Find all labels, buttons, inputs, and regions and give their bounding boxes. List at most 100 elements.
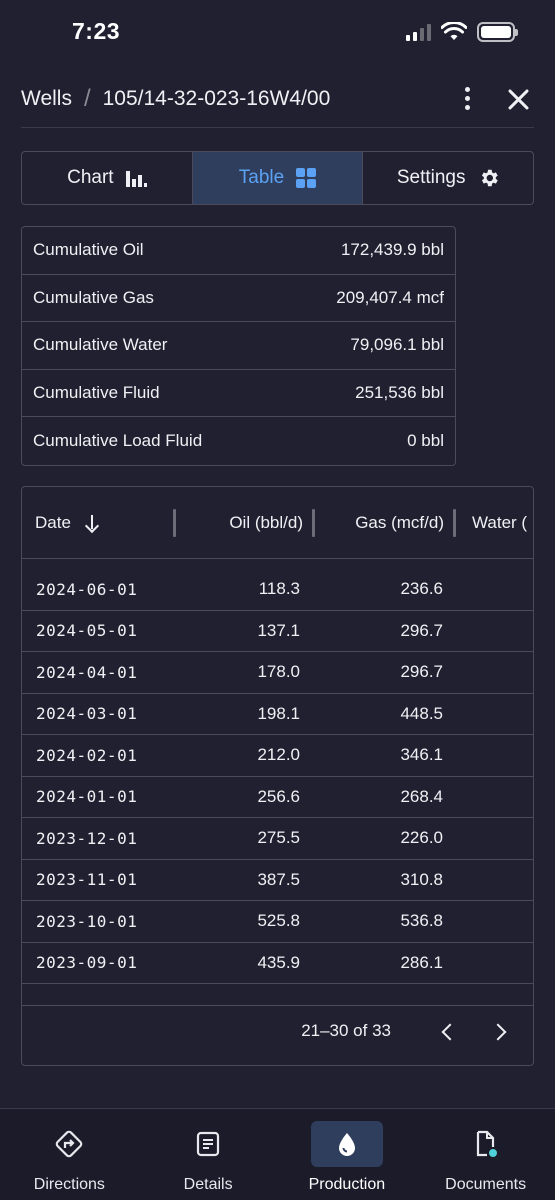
cell-gas: 286.1 [400, 952, 443, 972]
summary-label: Cumulative Gas [33, 287, 154, 307]
cell-date: 2024-01-01 [36, 787, 138, 807]
cellular-signal-icon [406, 23, 431, 41]
cell-gas: 226.0 [400, 828, 443, 848]
cell-date: 2024-04-01 [36, 662, 138, 682]
column-header-label: Date [35, 512, 71, 532]
status-bar: 7:23 [0, 0, 555, 64]
table-row[interactable]: 2023-09-01 435.9 286.1 [22, 943, 533, 984]
cell-oil: 525.8 [257, 911, 300, 931]
cell-date: 2024-06-01 [36, 579, 138, 599]
cell-oil: 137.1 [257, 620, 300, 640]
summary-row-water: Cumulative Water 79,096.1 bbl [22, 322, 455, 370]
table-row[interactable]: 2024-05-01 137.1 296.7 [22, 611, 533, 652]
close-icon[interactable] [506, 87, 530, 111]
column-header-oil[interactable]: Oil (bbl/d) [174, 487, 315, 558]
column-header-label: Oil (bbl/d) [229, 512, 303, 532]
nav-item-production[interactable]: Production [278, 1109, 417, 1200]
cell-oil: 387.5 [257, 869, 300, 889]
cell-gas: 536.8 [400, 911, 443, 931]
notification-dot [488, 1149, 497, 1157]
cell-oil: 198.1 [257, 703, 300, 723]
summary-value: 0 bbl [407, 430, 444, 450]
column-header-label: Water ( [472, 512, 528, 532]
summary-value: 79,096.1 bbl [350, 335, 444, 355]
nav-item-details[interactable]: Details [139, 1109, 278, 1200]
cell-gas: 296.7 [400, 620, 443, 640]
tab-settings-label: Settings [396, 167, 466, 188]
gear-icon [481, 169, 498, 187]
summary-row-gas: Cumulative Gas 209,407.4 mcf [22, 275, 455, 322]
summary-value: 251,536 bbl [355, 382, 444, 402]
table-row[interactable]: 2024-04-01 178.0 296.7 [22, 652, 533, 694]
table-row[interactable]: 2024-02-01 212.0 346.1 [22, 735, 533, 777]
more-options-icon[interactable] [457, 83, 478, 114]
summary-row-oil: Cumulative Oil 172,439.9 bbl [22, 227, 455, 275]
cell-gas: 310.8 [400, 869, 443, 889]
cell-oil: 435.9 [257, 952, 300, 972]
cell-gas: 236.6 [400, 579, 443, 599]
tab-table-label: Table [238, 167, 285, 188]
tab-table[interactable]: Table [192, 152, 364, 204]
nav-label: Directions [33, 1176, 105, 1193]
nav-label: Production [308, 1176, 386, 1193]
page-header: Wells / 105/14-32-023-16W4/00 [21, 70, 534, 128]
pagination-range: 21–30 of 33 [301, 1021, 391, 1040]
cell-oil: 212.0 [257, 745, 300, 765]
column-header-date[interactable]: Date [22, 487, 176, 558]
grid-icon [296, 168, 317, 188]
nav-item-documents[interactable]: Documents [416, 1109, 555, 1200]
tab-chart[interactable]: Chart [22, 152, 193, 204]
nav-label: Details [183, 1176, 233, 1193]
breadcrumb-separator: / [83, 84, 91, 112]
cell-gas: 448.5 [400, 703, 443, 723]
droplet-icon [338, 1133, 355, 1156]
summary-label: Cumulative Water [33, 335, 168, 355]
cell-date: 2024-02-01 [36, 745, 138, 765]
cell-date: 2023-11-01 [36, 870, 138, 890]
status-time: 7:23 [72, 18, 121, 44]
summary-value: 172,439.9 bbl [340, 240, 444, 260]
cell-date: 2024-05-01 [36, 621, 138, 641]
summary-label: Cumulative Oil [33, 240, 144, 260]
breadcrumb-wells[interactable]: Wells [21, 87, 72, 111]
battery-icon [477, 22, 518, 42]
nav-item-directions[interactable]: Directions [0, 1109, 139, 1200]
tab-settings[interactable]: Settings [363, 152, 533, 204]
cell-oil: 178.0 [257, 662, 300, 682]
document-list-icon [197, 1131, 220, 1157]
cell-date: 2023-12-01 [36, 828, 138, 848]
cell-gas: 268.4 [400, 786, 443, 806]
chevron-left-icon[interactable] [437, 1020, 459, 1042]
cell-gas: 296.7 [400, 662, 443, 682]
summary-value: 209,407.4 mcf [336, 287, 444, 307]
cell-date: 2024-03-01 [36, 704, 138, 724]
summary-label: Cumulative Fluid [33, 382, 160, 402]
table-row[interactable]: 2023-11-01 387.5 310.8 [22, 860, 533, 901]
table-row[interactable]: 2024-01-01 256.6 268.4 [22, 777, 533, 818]
column-header-gas[interactable]: Gas (mcf/d) [315, 487, 456, 558]
table-row[interactable]: 2024-03-01 198.1 448.5 [22, 694, 533, 735]
table-header: Date Oil (bbl/d) Gas (mcf/d) Water ( [22, 487, 533, 559]
status-icons [406, 22, 518, 42]
cell-oil: 275.5 [257, 828, 300, 848]
cell-oil: 118.3 [258, 579, 300, 599]
tab-chart-label: Chart [67, 167, 114, 188]
table-row[interactable]: 2023-12-01 275.5 226.0 [22, 818, 533, 860]
nav-label: Documents [445, 1176, 527, 1193]
chevron-right-icon[interactable] [489, 1020, 511, 1042]
table-row[interactable]: 2024-06-01 118.3 236.6 [22, 569, 533, 611]
summary-row-load-fluid: Cumulative Load Fluid 0 bbl [22, 417, 455, 465]
sort-descending-icon[interactable] [85, 514, 99, 531]
column-header-water[interactable]: Water ( [456, 487, 527, 558]
summary-label: Cumulative Load Fluid [33, 430, 203, 450]
file-icon [476, 1130, 497, 1157]
table-row[interactable]: 2023-10-01 525.8 536.8 [22, 901, 533, 943]
breadcrumb-well-id: 105/14-32-023-16W4/00 [102, 86, 331, 110]
pagination: 21–30 of 33 [22, 997, 533, 1065]
cell-date: 2023-09-01 [36, 953, 138, 973]
cumulative-summary: Cumulative Oil 172,439.9 bbl Cumulative … [21, 226, 456, 466]
directions-icon [56, 1130, 83, 1158]
bar-chart-icon [125, 169, 147, 187]
production-table: Date Oil (bbl/d) Gas (mcf/d) Water ( 202… [21, 486, 534, 1066]
wifi-icon [441, 22, 467, 40]
